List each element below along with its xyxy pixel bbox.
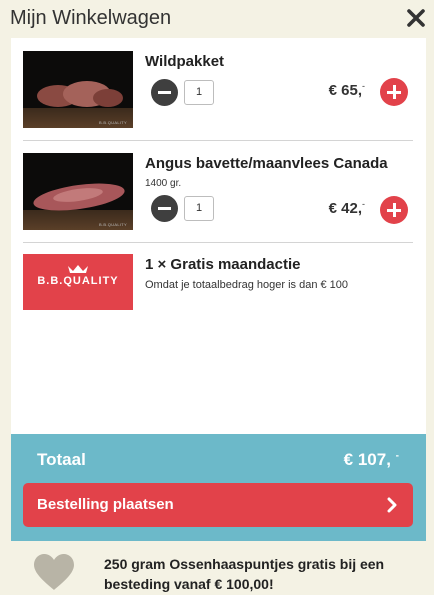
price-value: € 65, xyxy=(328,82,362,99)
decrease-quantity-button[interactable] xyxy=(151,195,178,222)
price-suffix: - xyxy=(362,81,365,91)
total-amount: € 107, - xyxy=(344,450,399,470)
item-divider xyxy=(23,140,413,141)
product-price: € 42,- xyxy=(329,199,365,217)
product-weight: 1400 gr. xyxy=(145,178,182,189)
promo-message: 250 gram Ossenhaaspuntjes gratis bij een… xyxy=(104,556,385,592)
place-order-button[interactable]: Bestelling plaatsen xyxy=(23,483,413,527)
product-image: B.B.QUALITY xyxy=(23,51,133,128)
increase-quantity-button[interactable] xyxy=(380,78,408,106)
cart-header: Mijn Winkelwagen xyxy=(0,0,434,38)
total-label: Totaal xyxy=(37,450,86,469)
place-order-label: Bestelling plaatsen xyxy=(37,496,174,513)
promo-footer: 250 gram Ossenhaaspuntjes gratis bij een… xyxy=(0,541,434,595)
item-divider xyxy=(23,242,413,243)
crown-icon xyxy=(68,265,88,273)
logo-text: B.B.QUALITY xyxy=(37,275,119,287)
cart-items-panel: B.B.QUALITY Wildpakket 1 € 65,- B.B.QUAL… xyxy=(11,38,426,434)
total-suffix: - xyxy=(395,450,399,462)
promo-description: Omdat je totaalbedrag hoger is dan € 100 xyxy=(145,279,349,291)
heart-icon xyxy=(34,554,74,590)
decrease-quantity-button[interactable] xyxy=(151,79,178,106)
cart-item: B.B.QUALITY Wildpakket 1 € 65,- xyxy=(23,51,413,129)
page-title: Mijn Winkelwagen xyxy=(10,7,172,29)
quantity-input[interactable]: 1 xyxy=(184,196,214,221)
price-suffix: - xyxy=(362,199,365,209)
product-image: B.B.QUALITY xyxy=(23,153,133,230)
product-name: Angus bavette/maanvlees Canada xyxy=(145,155,388,172)
totals-panel: Totaal € 107, - Bestelling plaatsen xyxy=(11,434,426,541)
price-value: € 42, xyxy=(328,200,362,217)
promo-name: 1 × Gratis maandactie xyxy=(145,256,301,273)
quantity-input[interactable]: 1 xyxy=(184,80,214,105)
close-icon[interactable] xyxy=(406,8,426,28)
cart-item: B.B.QUALITY Angus bavette/maanvlees Cana… xyxy=(23,153,413,231)
total-value: € 107, xyxy=(343,450,391,469)
product-name: Wildpakket xyxy=(145,53,225,70)
promo-logo: B.B.QUALITY xyxy=(23,254,133,310)
product-price: € 65,- xyxy=(329,81,365,99)
chevron-right-icon xyxy=(387,497,397,513)
promo-item: B.B.QUALITY 1 × Gratis maandactie Omdat … xyxy=(23,254,413,314)
increase-quantity-button[interactable] xyxy=(380,196,408,224)
